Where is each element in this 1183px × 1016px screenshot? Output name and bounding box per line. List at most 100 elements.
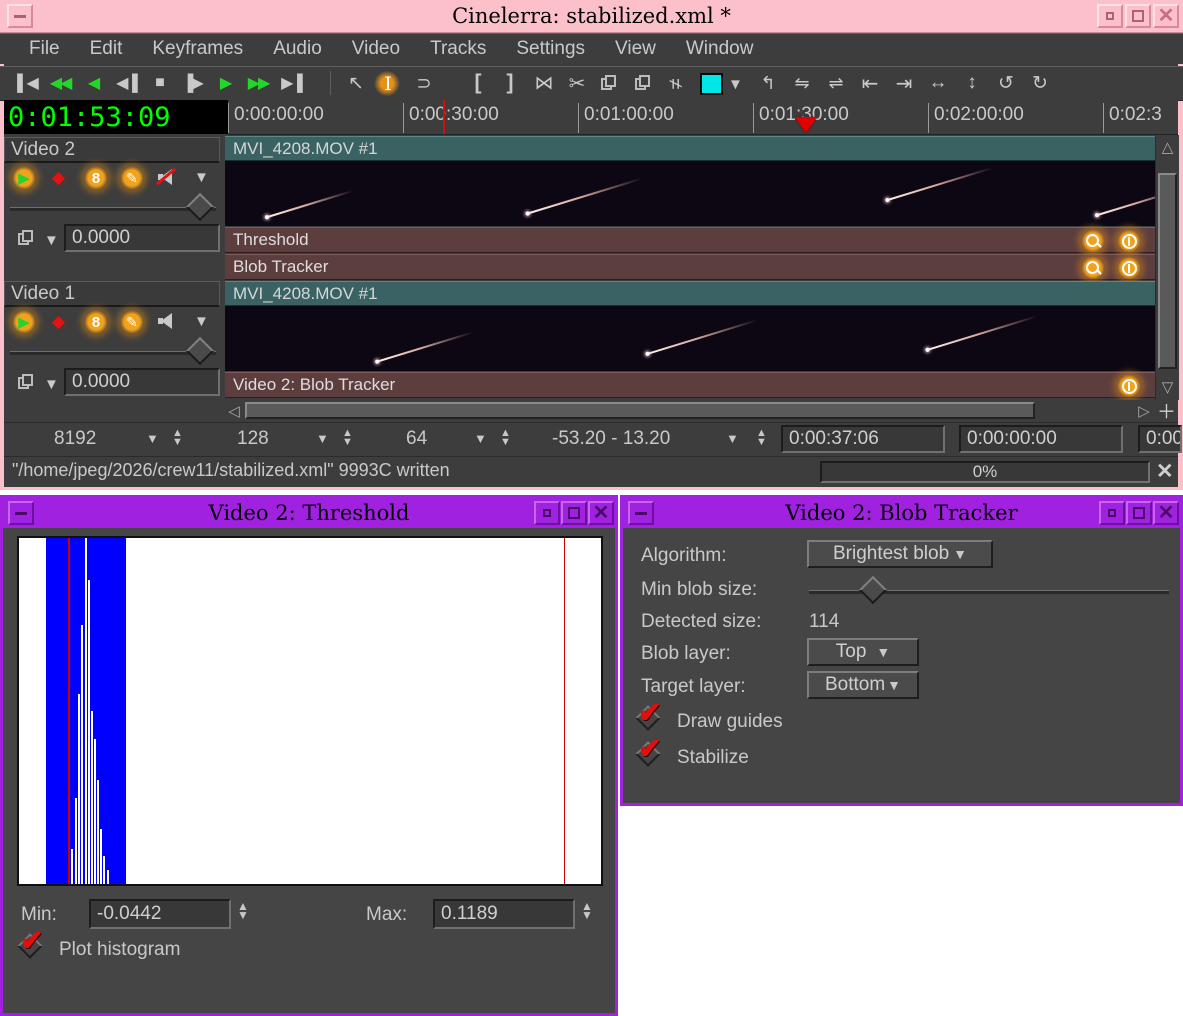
track1-gang-toggle[interactable]: 8	[84, 310, 108, 334]
track2-effect-blobtracker[interactable]: Blob Tracker	[225, 254, 1155, 280]
cancel-operation-button[interactable]: ✕	[1156, 459, 1174, 484]
blobtracker-titlebar[interactable]: Video 2: Blob Tracker ✕	[623, 498, 1180, 528]
track1-fader-slider[interactable]	[10, 351, 216, 355]
keyframe-link-tool[interactable]: ⊃	[408, 70, 438, 96]
track2-play-toggle[interactable]: ▶	[12, 166, 36, 190]
undo-button[interactable]: ↺	[990, 70, 1020, 96]
amplitude-zoom-spinner[interactable]: ▲▼	[342, 429, 353, 447]
track2-record-toggle[interactable]: ◆	[52, 168, 65, 188]
amplitude-zoom-value[interactable]: 128	[237, 428, 269, 450]
goto-start-button[interactable]: ▌◀	[12, 70, 42, 96]
max-spinner[interactable]: ▲▼	[581, 902, 593, 920]
track2-draw-toggle[interactable]: ✎	[120, 166, 144, 190]
track2-gang-toggle[interactable]: 8	[84, 166, 108, 190]
out-point-button[interactable]: ]	[494, 70, 524, 96]
track1-play-toggle[interactable]: ▶	[12, 310, 36, 334]
splice-keyframe-button[interactable]: ≠	[662, 68, 688, 98]
curve-range-value[interactable]: -53.20 - 13.20	[552, 428, 670, 450]
sample-zoom-spinner[interactable]: ▲▼	[172, 429, 183, 447]
blob-close-button[interactable]: ✕	[1153, 501, 1179, 525]
splice-paste-button[interactable]: ⇋	[786, 70, 816, 96]
curve-range-dropdown[interactable]: ▼	[726, 431, 739, 446]
max-field[interactable]: 0.1189	[433, 899, 575, 929]
menu-settings[interactable]: Settings	[501, 38, 600, 60]
selection-start-field[interactable]: 0:00:37:06	[781, 425, 945, 453]
main-window-menu-button[interactable]	[7, 4, 33, 28]
menu-audio[interactable]: Audio	[258, 38, 337, 60]
main-iconify-button[interactable]	[1097, 4, 1123, 28]
threshold-iconify-button[interactable]	[534, 501, 560, 525]
trackheight-zoom-spinner[interactable]: ▲▼	[500, 429, 511, 447]
main-titlebar[interactable]: Cinelerra: stabilized.xml * ✕	[0, 0, 1183, 33]
zoom-selection-button[interactable]: ↔	[922, 70, 952, 96]
menu-keyframes[interactable]: Keyframes	[137, 38, 258, 60]
blob-layer-dropdown[interactable]: Top ▼	[807, 638, 919, 666]
menu-video[interactable]: Video	[337, 38, 415, 60]
track2-effect-threshold[interactable]: Threshold	[225, 227, 1155, 253]
track1-record-toggle[interactable]: ◆	[52, 312, 65, 332]
blobtracker-on-button[interactable]	[1117, 256, 1141, 280]
menu-file[interactable]: File	[14, 38, 75, 60]
track-title-video1[interactable]: Video 1	[4, 281, 220, 307]
track2-video-thumbnails[interactable]	[225, 161, 1155, 226]
threshold-close-button[interactable]: ✕	[588, 501, 614, 525]
fit-autos-button[interactable]: ⇥	[888, 70, 918, 96]
selection-end-field[interactable]: 0:00:00:00	[959, 425, 1123, 453]
blob-window-menu-button[interactable]	[628, 501, 654, 525]
menu-edit[interactable]: Edit	[75, 38, 138, 60]
manual-goto-button[interactable]: ↰	[752, 70, 782, 96]
selection-length-field[interactable]: 0:00:	[1138, 425, 1182, 453]
vertical-scroll-thumb[interactable]	[1158, 173, 1177, 369]
curve-range-spinner[interactable]: ▲▼	[756, 429, 767, 447]
track2-expand-button[interactable]: ▼	[194, 169, 209, 186]
vertical-zoom-button[interactable]: ↕	[956, 70, 986, 96]
timebar-ruler[interactable]: 0:00:00:00 0:00:30:00 0:01:00:00 0:01:30…	[228, 100, 1178, 135]
blob-iconify-button[interactable]	[1099, 501, 1125, 525]
cut-button[interactable]: ✂	[561, 70, 591, 96]
track1-clip-titlebar[interactable]: MVI_4208.MOV #1	[225, 281, 1155, 306]
menu-view[interactable]: View	[600, 38, 671, 60]
track1-draw-toggle[interactable]: ✎	[120, 310, 144, 334]
highlight-color-swatch[interactable]	[700, 73, 723, 95]
threshold-window-menu-button[interactable]	[8, 501, 34, 525]
color-dropdown-arrow-icon[interactable]: ▼	[728, 76, 743, 93]
playhead-marker[interactable]	[795, 117, 817, 133]
cut-paste-tool[interactable]: I	[374, 71, 400, 96]
track2-overlay-dropdown[interactable]: ▼	[44, 232, 59, 249]
trackheight-zoom-value[interactable]: 64	[406, 428, 427, 450]
track1-fader-value[interactable]: 0.0000	[64, 368, 220, 396]
threshold-maximize-button[interactable]	[561, 501, 587, 525]
blob-maximize-button[interactable]	[1126, 501, 1152, 525]
scroll-up-button[interactable]: △	[1156, 135, 1179, 159]
drag-drop-tool[interactable]: ↖	[340, 70, 370, 96]
copy-button[interactable]	[594, 70, 624, 96]
threshold-show-button[interactable]	[1081, 229, 1105, 253]
stop-button[interactable]: ■	[144, 70, 174, 96]
scroll-down-button[interactable]: ▽	[1156, 375, 1179, 399]
track1-video-thumbnails[interactable]	[225, 306, 1155, 371]
threshold-titlebar[interactable]: Video 2: Threshold ✕	[3, 498, 615, 528]
horizontal-scroll-thumb[interactable]	[245, 402, 1035, 419]
sample-zoom-value[interactable]: 8192	[54, 428, 96, 450]
frame-forward-button[interactable]: ▐▶	[177, 70, 207, 96]
shared-effect-on-button[interactable]	[1117, 374, 1141, 398]
track1-expand-button[interactable]: ▼	[194, 313, 209, 330]
scroll-right-button[interactable]: ▷	[1135, 400, 1153, 421]
trackheight-zoom-dropdown[interactable]: ▼	[474, 431, 487, 446]
main-maximize-button[interactable]	[1125, 4, 1151, 28]
reverse-play-button[interactable]: ◀	[78, 70, 108, 96]
min-spinner[interactable]: ▲▼	[237, 902, 249, 920]
target-layer-dropdown[interactable]: Bottom ▼	[807, 671, 919, 699]
fast-reverse-button[interactable]: ◀◀	[45, 70, 75, 96]
expand-canvas-button[interactable]: ＋	[1155, 400, 1178, 421]
blobtracker-show-button[interactable]	[1081, 256, 1105, 280]
threshold-histogram-plot[interactable]	[17, 536, 603, 886]
track1-shared-effect[interactable]: Video 2: Blob Tracker	[225, 372, 1155, 398]
min-blob-size-handle[interactable]	[859, 576, 887, 604]
track2-fader-value[interactable]: 0.0000	[64, 224, 220, 252]
min-field[interactable]: -0.0442	[89, 899, 231, 929]
threshold-on-button[interactable]	[1117, 229, 1141, 253]
redo-button[interactable]: ↻	[1024, 70, 1054, 96]
paste-button[interactable]	[628, 70, 658, 96]
vertical-scrollbar[interactable]: △ ▽	[1155, 135, 1179, 400]
